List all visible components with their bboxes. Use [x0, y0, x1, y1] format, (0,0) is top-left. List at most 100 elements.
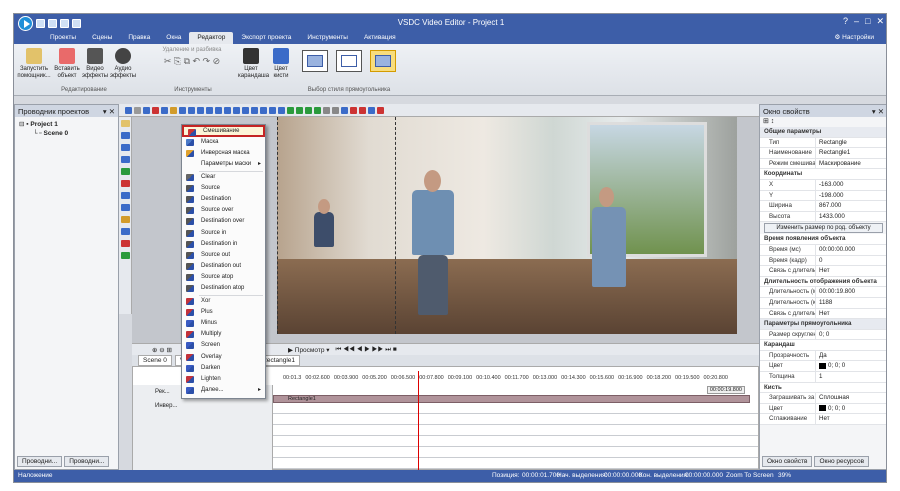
- sort-icons[interactable]: ⊞ ↕: [760, 117, 886, 127]
- tool-icon[interactable]: [359, 106, 366, 114]
- color-swatch[interactable]: [819, 362, 826, 369]
- menu-item-13[interactable]: Destination out: [182, 261, 265, 272]
- pen-color-button[interactable]: Цвет карандаша: [238, 48, 269, 80]
- menu-2[interactable]: Правка: [120, 32, 158, 44]
- property-value[interactable]: 00:00:00.000: [815, 244, 886, 255]
- ellipse-icon[interactable]: [121, 144, 130, 151]
- delete-split[interactable]: Удаление и разбивка: [152, 47, 232, 54]
- menu-item-5[interactable]: Clear: [182, 172, 265, 183]
- preview-button[interactable]: ▶ Просмотр ▾: [288, 346, 330, 354]
- property-value[interactable]: Да: [815, 350, 886, 361]
- property-row[interactable]: Наименование Rectangle1: [760, 148, 886, 159]
- property-value[interactable]: Нет: [815, 308, 886, 319]
- tool-icon[interactable]: [350, 106, 357, 114]
- property-row[interactable]: Время появления объекта: [760, 234, 886, 245]
- property-row[interactable]: Длительность (к 1188: [760, 297, 886, 309]
- tab-resources[interactable]: Окно ресурсов: [814, 456, 870, 467]
- time-ruler[interactable]: 00:01.3 00:02.600 00:03.900 00:05.200 00:06.…: [283, 375, 758, 385]
- tool-icon[interactable]: [143, 106, 150, 114]
- menu-item-6[interactable]: Source: [182, 183, 265, 194]
- shape-icon[interactable]: [121, 168, 130, 175]
- zoom-mode[interactable]: Zoom To Screen: [726, 472, 774, 479]
- menu-item-21[interactable]: Screen: [182, 340, 265, 351]
- color-swatch[interactable]: [819, 405, 826, 412]
- property-value[interactable]: Rectangle1: [815, 148, 886, 158]
- property-row[interactable]: Связь с длительн Нет: [760, 308, 886, 320]
- tool-icon[interactable]: [233, 106, 240, 114]
- tool-icon[interactable]: [341, 106, 348, 114]
- tool-icon[interactable]: [368, 106, 375, 114]
- minimize-icon[interactable]: –: [854, 16, 859, 27]
- property-value[interactable]: Rectangle: [815, 137, 886, 148]
- menu-item-25[interactable]: Далее... ▸: [182, 385, 265, 396]
- tool-icon[interactable]: [305, 106, 312, 114]
- menu-item-11[interactable]: Destination in: [182, 239, 265, 250]
- property-row[interactable]: Кисть: [760, 382, 886, 394]
- menu-item-17[interactable]: Xor: [182, 296, 265, 307]
- property-value[interactable]: 00:00:19.800: [815, 287, 886, 297]
- menu-7[interactable]: Активация: [356, 32, 404, 44]
- menu-0[interactable]: Проекты: [42, 32, 84, 44]
- playhead[interactable]: [418, 371, 419, 471]
- menu-1[interactable]: Сцены: [84, 32, 120, 44]
- menu-3[interactable]: Окна: [158, 32, 189, 44]
- menu-item-14[interactable]: Source atop: [182, 272, 265, 283]
- sprite-icon[interactable]: [121, 228, 130, 235]
- options-button[interactable]: ⚙ Настройки: [834, 33, 874, 41]
- tool-icon[interactable]: [323, 106, 330, 114]
- image-icon[interactable]: [121, 192, 130, 199]
- tool-icon[interactable]: [296, 106, 303, 114]
- help-icon[interactable]: ?: [843, 16, 848, 27]
- menu-6[interactable]: Инструменты: [299, 32, 356, 44]
- property-row[interactable]: Общие параметры: [760, 127, 886, 138]
- menu-item-20[interactable]: Multiply: [182, 329, 265, 340]
- tool-icon[interactable]: [179, 106, 186, 114]
- property-row[interactable]: Тип Rectangle: [760, 137, 886, 149]
- tool-icon[interactable]: [206, 106, 213, 114]
- rect-style-2[interactable]: [336, 50, 362, 72]
- menu-item-15[interactable]: Destination atop: [182, 283, 265, 294]
- tool-icon[interactable]: [161, 106, 168, 114]
- property-value[interactable]: 867.000: [815, 201, 886, 211]
- rect-icon[interactable]: [121, 132, 130, 139]
- menu-item-0[interactable]: Смешивание: [182, 125, 265, 137]
- tree-scene[interactable]: └ ▫ Scene 0: [19, 129, 114, 138]
- property-row[interactable]: Параметры прямоугольника: [760, 319, 886, 330]
- property-value[interactable]: Нет: [815, 414, 886, 425]
- menu-item-18[interactable]: Plus: [182, 307, 265, 318]
- tab-properties[interactable]: Окно свойств: [762, 456, 813, 467]
- property-row[interactable]: X -163.000: [760, 179, 886, 191]
- property-row[interactable]: Толщина 1: [760, 372, 886, 383]
- tool-icon[interactable]: [377, 106, 384, 114]
- tool-icon[interactable]: [188, 106, 195, 114]
- track-clip[interactable]: Rectangle1 00:00:19.800: [273, 386, 750, 403]
- property-value[interactable]: 0; 0; 0: [815, 403, 886, 414]
- menu-item-1[interactable]: Маска: [182, 137, 265, 148]
- tool-icon[interactable]: [134, 106, 141, 114]
- video-icon[interactable]: [121, 204, 130, 211]
- property-row[interactable]: Y -198.000: [760, 190, 886, 202]
- video-frame[interactable]: [277, 117, 737, 334]
- tool-icon[interactable]: [125, 106, 132, 114]
- tool-icon[interactable]: [287, 106, 294, 114]
- property-row[interactable]: Длительность отображения объекта: [760, 276, 886, 288]
- move-icon[interactable]: [121, 252, 130, 259]
- tool-icon[interactable]: [152, 106, 159, 114]
- property-row[interactable]: Высота 1433.000: [760, 211, 886, 223]
- property-row[interactable]: Ширина 867.000: [760, 201, 886, 212]
- tool-icon[interactable]: [224, 106, 231, 114]
- property-row[interactable]: Координаты: [760, 169, 886, 180]
- property-value[interactable]: 1: [815, 372, 886, 382]
- property-value[interactable]: 1188: [815, 297, 886, 308]
- property-row[interactable]: Прозрачность Да: [760, 350, 886, 362]
- menu-item-19[interactable]: Minus: [182, 318, 265, 329]
- menu-item-7[interactable]: Destination: [182, 194, 265, 205]
- text-icon[interactable]: [121, 180, 130, 187]
- menu-item-23[interactable]: Darken: [182, 363, 265, 374]
- tool-icon[interactable]: [242, 106, 249, 114]
- property-value[interactable]: 0; 0; 0: [815, 361, 886, 372]
- rect-style-3[interactable]: [370, 50, 396, 72]
- property-row[interactable]: Карандаш: [760, 340, 886, 351]
- tool-icon[interactable]: [278, 106, 285, 114]
- property-value[interactable]: -198.000: [815, 190, 886, 201]
